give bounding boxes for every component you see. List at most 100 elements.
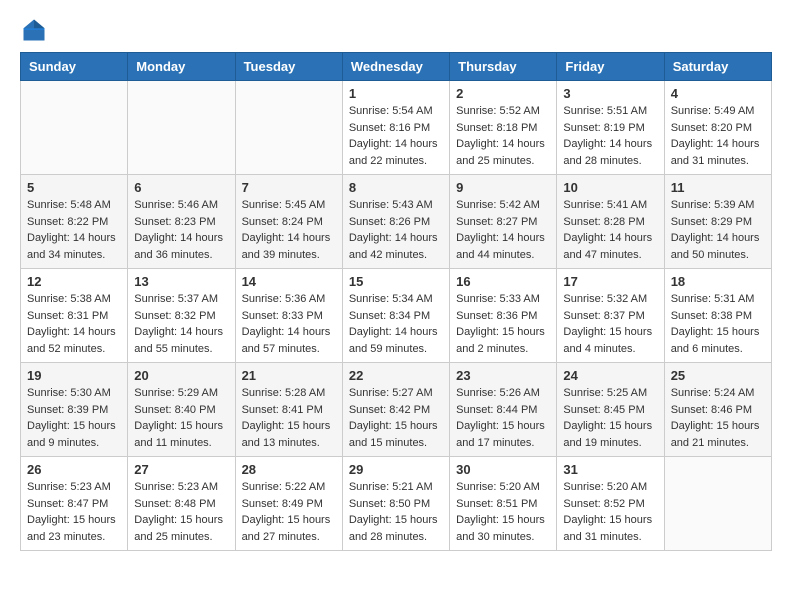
- weekday-header-monday: Monday: [128, 53, 235, 81]
- day-info: Sunrise: 5:23 AMSunset: 8:47 PMDaylight:…: [27, 479, 121, 545]
- logo-icon: [20, 16, 48, 44]
- day-number: 16: [456, 274, 550, 289]
- weekday-header-tuesday: Tuesday: [235, 53, 342, 81]
- day-info: Sunrise: 5:24 AMSunset: 8:46 PMDaylight:…: [671, 385, 765, 451]
- day-info: Sunrise: 5:25 AMSunset: 8:45 PMDaylight:…: [563, 385, 657, 451]
- weekday-header-sunday: Sunday: [21, 53, 128, 81]
- day-number: 31: [563, 462, 657, 477]
- day-info: Sunrise: 5:52 AMSunset: 8:18 PMDaylight:…: [456, 103, 550, 169]
- day-info: Sunrise: 5:26 AMSunset: 8:44 PMDaylight:…: [456, 385, 550, 451]
- day-info: Sunrise: 5:23 AMSunset: 8:48 PMDaylight:…: [134, 479, 228, 545]
- day-number: 1: [349, 86, 443, 101]
- day-number: 6: [134, 180, 228, 195]
- day-info: Sunrise: 5:38 AMSunset: 8:31 PMDaylight:…: [27, 291, 121, 357]
- day-number: 19: [27, 368, 121, 383]
- day-info: Sunrise: 5:34 AMSunset: 8:34 PMDaylight:…: [349, 291, 443, 357]
- calendar-day-cell: 28Sunrise: 5:22 AMSunset: 8:49 PMDayligh…: [235, 457, 342, 551]
- calendar-day-cell: 9Sunrise: 5:42 AMSunset: 8:27 PMDaylight…: [450, 175, 557, 269]
- weekday-header-saturday: Saturday: [664, 53, 771, 81]
- calendar-day-cell: [235, 81, 342, 175]
- day-info: Sunrise: 5:49 AMSunset: 8:20 PMDaylight:…: [671, 103, 765, 169]
- calendar-week-row: 26Sunrise: 5:23 AMSunset: 8:47 PMDayligh…: [21, 457, 772, 551]
- day-info: Sunrise: 5:51 AMSunset: 8:19 PMDaylight:…: [563, 103, 657, 169]
- day-info: Sunrise: 5:43 AMSunset: 8:26 PMDaylight:…: [349, 197, 443, 263]
- day-info: Sunrise: 5:21 AMSunset: 8:50 PMDaylight:…: [349, 479, 443, 545]
- day-number: 13: [134, 274, 228, 289]
- calendar-day-cell: 27Sunrise: 5:23 AMSunset: 8:48 PMDayligh…: [128, 457, 235, 551]
- calendar-day-cell: 24 Sunrise: 5:25 AMSunset: 8:45 PMDayligh…: [557, 363, 664, 457]
- day-info: Sunrise: 5:32 AMSunset: 8:37 PMDaylight:…: [563, 291, 657, 357]
- day-number: 2: [456, 86, 550, 101]
- calendar-week-row: 5 Sunrise: 5:48 AMSunset: 8:22 PMDaylight…: [21, 175, 772, 269]
- calendar-day-cell: 11 Sunrise: 5:39 AMSunset: 8:29 PMDayligh…: [664, 175, 771, 269]
- day-info: Sunrise: 5:27 AMSunset: 8:42 PMDaylight:…: [349, 385, 443, 451]
- calendar-day-cell: 26Sunrise: 5:23 AMSunset: 8:47 PMDayligh…: [21, 457, 128, 551]
- day-info: Sunrise: 5:30 AMSunset: 8:39 PMDaylight:…: [27, 385, 121, 451]
- calendar-day-cell: 17 Sunrise: 5:32 AMSunset: 8:37 PMDayligh…: [557, 269, 664, 363]
- weekday-header-wednesday: Wednesday: [342, 53, 449, 81]
- day-number: 9: [456, 180, 550, 195]
- calendar-day-cell: 2 Sunrise: 5:52 AMSunset: 8:18 PMDaylight…: [450, 81, 557, 175]
- calendar-day-cell: 18 Sunrise: 5:31 AMSunset: 8:38 PMDayligh…: [664, 269, 771, 363]
- day-number: 28: [242, 462, 336, 477]
- day-number: 30: [456, 462, 550, 477]
- calendar-day-cell: 25 Sunrise: 5:24 AMSunset: 8:46 PMDayligh…: [664, 363, 771, 457]
- calendar-day-cell: 12 Sunrise: 5:38 AMSunset: 8:31 PMDayligh…: [21, 269, 128, 363]
- day-number: 10: [563, 180, 657, 195]
- day-info: Sunrise: 5:36 AMSunset: 8:33 PMDaylight:…: [242, 291, 336, 357]
- calendar-week-row: 12 Sunrise: 5:38 AMSunset: 8:31 PMDayligh…: [21, 269, 772, 363]
- calendar-day-cell: 4 Sunrise: 5:49 AMSunset: 8:20 PMDaylight…: [664, 81, 771, 175]
- calendar-day-cell: 21Sunrise: 5:28 AMSunset: 8:41 PMDayligh…: [235, 363, 342, 457]
- day-info: Sunrise: 5:20 AMSunset: 8:51 PMDaylight:…: [456, 479, 550, 545]
- day-info: Sunrise: 5:33 AMSunset: 8:36 PMDaylight:…: [456, 291, 550, 357]
- weekday-header-thursday: Thursday: [450, 53, 557, 81]
- calendar-day-cell: 19 Sunrise: 5:30 AMSunset: 8:39 PMDayligh…: [21, 363, 128, 457]
- day-number: 12: [27, 274, 121, 289]
- day-number: 3: [563, 86, 657, 101]
- day-number: 8: [349, 180, 443, 195]
- day-info: Sunrise: 5:46 AMSunset: 8:23 PMDaylight:…: [134, 197, 228, 263]
- day-number: 22: [349, 368, 443, 383]
- page-header: [20, 16, 772, 44]
- day-number: 11: [671, 180, 765, 195]
- day-info: Sunrise: 5:45 AMSunset: 8:24 PMDaylight:…: [242, 197, 336, 263]
- day-info: Sunrise: 5:29 AMSunset: 8:40 PMDaylight:…: [134, 385, 228, 451]
- calendar-week-row: 1 Sunrise: 5:54 AMSunset: 8:16 PMDaylight…: [21, 81, 772, 175]
- calendar-day-cell: 6 Sunrise: 5:46 AMSunset: 8:23 PMDaylight…: [128, 175, 235, 269]
- logo: [20, 16, 52, 44]
- day-info: Sunrise: 5:48 AMSunset: 8:22 PMDaylight:…: [27, 197, 121, 263]
- calendar-day-cell: 8 Sunrise: 5:43 AMSunset: 8:26 PMDaylight…: [342, 175, 449, 269]
- calendar-day-cell: 31Sunrise: 5:20 AMSunset: 8:52 PMDayligh…: [557, 457, 664, 551]
- day-number: 29: [349, 462, 443, 477]
- day-number: 7: [242, 180, 336, 195]
- day-number: 17: [563, 274, 657, 289]
- calendar-day-cell: 3 Sunrise: 5:51 AMSunset: 8:19 PMDaylight…: [557, 81, 664, 175]
- calendar-day-cell: [21, 81, 128, 175]
- day-number: 4: [671, 86, 765, 101]
- calendar-day-cell: 13 Sunrise: 5:37 AMSunset: 8:32 PMDayligh…: [128, 269, 235, 363]
- day-info: Sunrise: 5:28 AMSunset: 8:41 PMDaylight:…: [242, 385, 336, 451]
- day-number: 5: [27, 180, 121, 195]
- calendar-day-cell: [128, 81, 235, 175]
- calendar-table: SundayMondayTuesdayWednesdayThursdayFrid…: [20, 52, 772, 551]
- calendar-day-cell: 20 Sunrise: 5:29 AMSunset: 8:40 PMDayligh…: [128, 363, 235, 457]
- day-info: Sunrise: 5:37 AMSunset: 8:32 PMDaylight:…: [134, 291, 228, 357]
- calendar-day-cell: 22 Sunrise: 5:27 AMSunset: 8:42 PMDayligh…: [342, 363, 449, 457]
- day-info: Sunrise: 5:39 AMSunset: 8:29 PMDaylight:…: [671, 197, 765, 263]
- day-number: 25: [671, 368, 765, 383]
- weekday-header-friday: Friday: [557, 53, 664, 81]
- calendar-day-cell: 23 Sunrise: 5:26 AMSunset: 8:44 PMDayligh…: [450, 363, 557, 457]
- day-info: Sunrise: 5:41 AMSunset: 8:28 PMDaylight:…: [563, 197, 657, 263]
- calendar-day-cell: 5 Sunrise: 5:48 AMSunset: 8:22 PMDaylight…: [21, 175, 128, 269]
- day-number: 23: [456, 368, 550, 383]
- calendar-day-cell: 7 Sunrise: 5:45 AMSunset: 8:24 PMDaylight…: [235, 175, 342, 269]
- calendar-week-row: 19 Sunrise: 5:30 AMSunset: 8:39 PMDayligh…: [21, 363, 772, 457]
- calendar-day-cell: 30 Sunrise: 5:20 AMSunset: 8:51 PMDayligh…: [450, 457, 557, 551]
- calendar-day-cell: 1 Sunrise: 5:54 AMSunset: 8:16 PMDaylight…: [342, 81, 449, 175]
- day-number: 24: [563, 368, 657, 383]
- day-number: 18: [671, 274, 765, 289]
- day-info: Sunrise: 5:31 AMSunset: 8:38 PMDaylight:…: [671, 291, 765, 357]
- day-info: Sunrise: 5:54 AMSunset: 8:16 PMDaylight:…: [349, 103, 443, 169]
- day-number: 15: [349, 274, 443, 289]
- day-number: 20: [134, 368, 228, 383]
